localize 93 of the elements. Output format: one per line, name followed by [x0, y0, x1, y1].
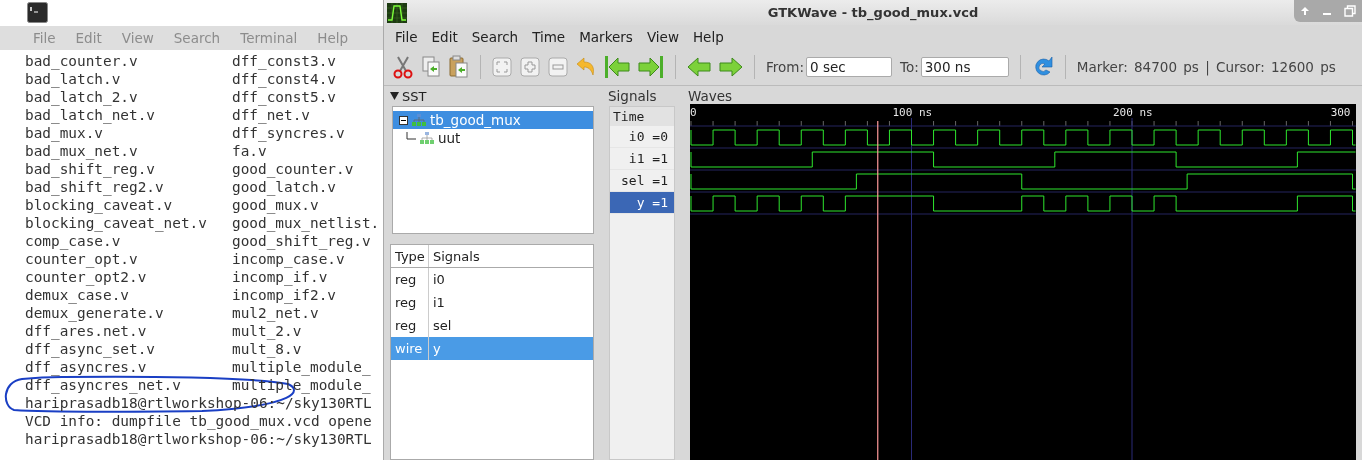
file-name: counter_opt.v	[25, 250, 139, 268]
file-name: bad_shift_reg2.v	[25, 178, 165, 196]
type-cell: reg	[391, 291, 429, 314]
file-name: demux_case.v	[25, 286, 130, 304]
file-name: good_latch.v	[232, 178, 337, 196]
type-cell: reg	[391, 268, 429, 291]
file-name: dff_const4.v	[232, 70, 337, 88]
signal-cell-text: y	[432, 341, 441, 356]
file-name: mult_8.v	[232, 340, 303, 358]
menu-item[interactable]: Search	[471, 29, 519, 45]
column-header[interactable]: Signals	[429, 248, 480, 264]
file-name: mult_2.v	[232, 322, 303, 340]
copy-icon[interactable]	[421, 56, 441, 78]
menu-item[interactable]: View	[646, 29, 679, 45]
signal-cell-text: i0	[432, 272, 445, 287]
file-name: incomp_case.v	[232, 250, 346, 268]
file-name: bad_mux_net.v	[25, 142, 139, 160]
file-name: counter_opt2.v	[25, 268, 148, 286]
file-name: bad_latch_2.v	[25, 88, 139, 106]
left-arrow-icon[interactable]	[687, 56, 711, 78]
scissors-icon[interactable]	[393, 55, 413, 79]
file-name: bad_counter.v	[25, 52, 139, 70]
file-name: mul2_net.v	[232, 304, 320, 322]
file-name: bad_latch_net.v	[25, 106, 156, 124]
signal-cell-text: i1	[432, 295, 445, 310]
file-name: fa.v	[232, 142, 268, 160]
waveform-app-icon	[387, 2, 407, 23]
file-name: dff_const3.v	[232, 52, 337, 70]
file-name: incomp_if2.v	[232, 286, 337, 304]
terminal-line: VCD info: dumpfile tb_good_mux.vcd opene	[25, 412, 373, 430]
file-name: multiple_module_	[232, 358, 372, 376]
file-name: blocking_caveat.v	[25, 196, 174, 214]
file-name: dff_asyncres.v	[25, 358, 148, 376]
expander-icon[interactable]	[390, 92, 399, 100]
file-name: incomp_if.v	[232, 268, 329, 286]
menu-item[interactable]: Time	[532, 29, 566, 45]
from-label: From:	[766, 59, 804, 75]
restore-icon[interactable]	[1344, 5, 1356, 17]
type-cell: wire	[391, 337, 429, 360]
paste-icon[interactable]	[449, 55, 469, 79]
to-field[interactable]: 300 ns	[920, 57, 1009, 77]
from-field[interactable]: 0 sec	[806, 57, 892, 77]
hierarchy-icon	[411, 113, 427, 127]
file-name: good_mux_netlist.	[232, 214, 381, 232]
collapse-icon[interactable]	[399, 115, 408, 125]
file-name: bad_latch.v	[25, 70, 122, 88]
menu-item[interactable]: Edit	[431, 29, 458, 45]
time-label: 300	[1330, 106, 1351, 119]
up-arrow-icon[interactable]	[1300, 6, 1310, 16]
menu-item[interactable]: Markers	[579, 29, 633, 45]
right-arrow-icon[interactable]	[719, 56, 743, 78]
to-label: To:	[900, 59, 919, 75]
time-label: 0	[690, 106, 697, 119]
zoom-out-icon[interactable]	[548, 57, 568, 77]
go-to-end-icon[interactable]	[638, 55, 664, 79]
hierarchy-icon	[419, 131, 435, 145]
menu-item[interactable]: File	[395, 29, 418, 45]
table-row[interactable]: reg i0	[391, 268, 593, 291]
file-name: comp_case.v	[25, 232, 122, 250]
time-label: 200 ns	[1113, 106, 1153, 119]
pane-title: Signals	[607, 88, 658, 104]
signal-item[interactable]: i1 =1	[610, 148, 674, 170]
signal-item[interactable]: i0 =0	[610, 126, 674, 148]
marker-cursor-status: Marker: 84700 ps | Cursor: 12600 ps	[1076, 59, 1336, 75]
tree-item[interactable]: uut	[393, 129, 593, 147]
file-name: dff_async_set.v	[25, 340, 156, 358]
zoom-in-icon[interactable]	[520, 57, 540, 77]
column-header[interactable]: Type	[391, 245, 429, 267]
file-name: dff_const5.v	[232, 88, 337, 106]
window-title: GTKWave - tb_good_mux.vcd	[767, 5, 979, 20]
file-name: dff_syncres.v	[232, 124, 346, 142]
table-row[interactable]: reg i1	[391, 291, 593, 314]
pane-title: SST	[402, 88, 427, 104]
file-name: good_shift_reg.v	[232, 232, 372, 250]
go-to-start-icon[interactable]	[604, 55, 630, 79]
zoom-fit-icon[interactable]	[492, 57, 512, 77]
file-name: blocking_caveat_net.v	[25, 214, 208, 232]
signal-item[interactable]: y =1	[610, 192, 674, 214]
file-name: dff_ares.net.v	[25, 322, 148, 340]
file-name: dff_asyncres_net.v	[25, 376, 182, 394]
file-name: bad_mux.v	[25, 124, 104, 142]
time-header: Time	[610, 107, 674, 126]
menu-item[interactable]: Help	[692, 29, 724, 45]
terminal-line: hariprasadb18@rtlworkshop-06:~/sky130RTL	[25, 430, 373, 448]
file-name: good_mux.v	[232, 196, 320, 214]
file-name: demux_generate.v	[25, 304, 165, 322]
time-label: 100 ns	[892, 106, 933, 119]
pane-title: Waves	[687, 88, 734, 104]
file-name: dff_net.v	[232, 106, 311, 124]
file-name: good_counter.v	[232, 160, 355, 178]
signal-cell-text: sel	[432, 318, 452, 333]
file-name: bad_shift_reg.v	[25, 160, 156, 178]
undo-icon[interactable]	[576, 57, 596, 77]
